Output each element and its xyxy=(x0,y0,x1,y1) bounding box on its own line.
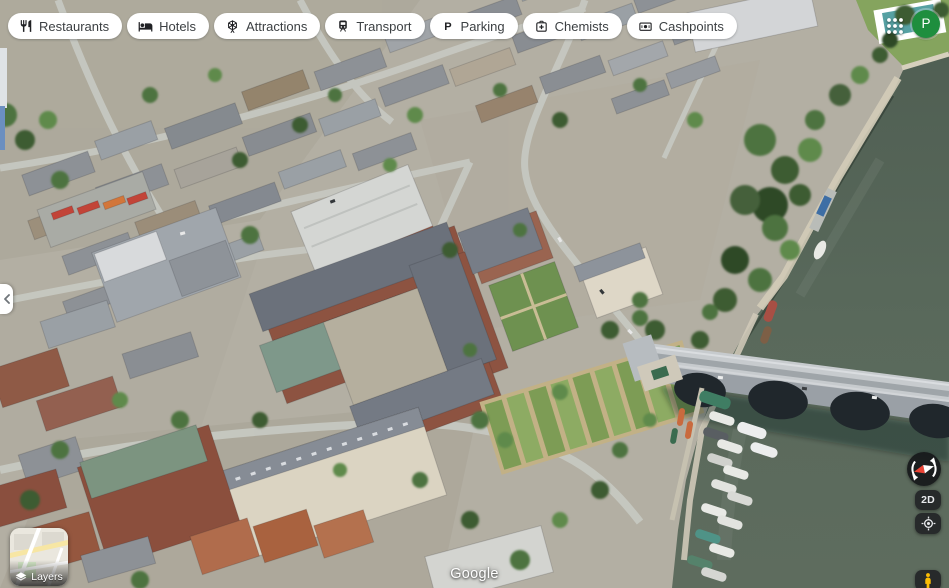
google-apps-grid-icon[interactable] xyxy=(885,16,905,36)
chemists-icon xyxy=(534,19,549,34)
chip-cashpoints[interactable]: Cashpoints xyxy=(627,13,737,39)
chip-label: Chemists xyxy=(555,19,609,34)
chevron-left-icon xyxy=(3,294,11,304)
attractions-icon xyxy=(225,19,240,34)
category-chip-bar: Restaurants Hotels Attractions xyxy=(8,13,737,39)
my-location-button[interactable] xyxy=(915,513,941,534)
chip-label: Restaurants xyxy=(39,19,109,34)
parking-icon: P xyxy=(441,19,455,33)
chip-label: Hotels xyxy=(159,19,196,34)
google-watermark: Google xyxy=(450,566,499,582)
pegman-street-view-button[interactable] xyxy=(915,570,941,588)
google-maps-3d-view: Restaurants Hotels Attractions xyxy=(0,0,949,588)
layers-button[interactable]: Layers xyxy=(10,528,68,586)
side-panel-collapse-tab[interactable] xyxy=(0,284,13,314)
chip-restaurants[interactable]: Restaurants xyxy=(8,13,122,39)
transport-icon xyxy=(336,19,350,33)
chip-attractions[interactable]: Attractions xyxy=(214,13,320,39)
pegman-street-view-icon xyxy=(923,573,933,588)
chip-label: Cashpoints xyxy=(659,19,724,34)
account-avatar[interactable]: P xyxy=(912,10,940,38)
layers-label: Layers xyxy=(31,571,63,583)
cashpoints-icon xyxy=(638,19,653,34)
compass-3d-icon xyxy=(909,454,939,484)
chip-transport[interactable]: Transport xyxy=(325,13,424,39)
chip-label: Parking xyxy=(461,19,505,34)
chip-hotels[interactable]: Hotels xyxy=(127,13,209,39)
chip-label: Transport xyxy=(356,19,411,34)
chip-chemists[interactable]: Chemists xyxy=(523,13,622,39)
chip-label: Attractions xyxy=(246,19,307,34)
restaurants-icon xyxy=(19,19,33,33)
hotels-icon xyxy=(138,19,153,34)
toggle-2d-button[interactable]: 2D xyxy=(915,490,941,510)
compass-3d-control[interactable] xyxy=(907,452,941,486)
svg-text:P: P xyxy=(444,21,452,33)
layers-icon xyxy=(15,571,27,583)
map-canvas[interactable] xyxy=(0,0,949,588)
my-location-icon xyxy=(921,516,936,531)
chip-parking[interactable]: P Parking xyxy=(430,13,518,39)
